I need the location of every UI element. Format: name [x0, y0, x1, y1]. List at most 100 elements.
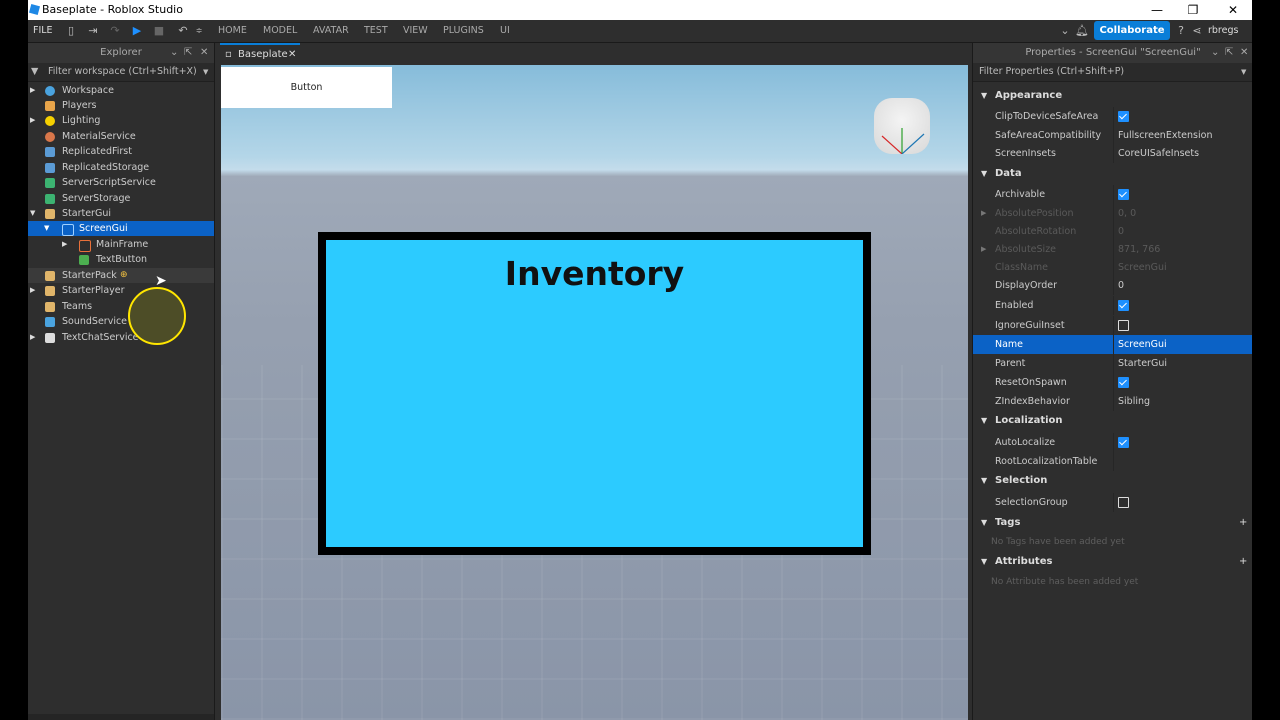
inventory-main-frame[interactable]: Inventory: [318, 232, 871, 555]
gui-text-button[interactable]: Button: [221, 67, 392, 108]
prop-autolocalize[interactable]: AutoLocalize: [973, 433, 1252, 452]
tab-ui[interactable]: UI: [500, 25, 510, 36]
tree-item-materialservice[interactable]: MaterialService: [28, 129, 214, 144]
category-data[interactable]: ▼ Data: [973, 164, 1252, 184]
prop-value[interactable]: StarterGui: [1118, 354, 1167, 373]
tab-baseplate[interactable]: ▫ Baseplate ✕: [220, 43, 300, 67]
tree-item-starterpack[interactable]: StarterPack ⊕: [28, 268, 214, 283]
panel-close-icon[interactable]: ✕: [200, 43, 208, 63]
expand-arrow-icon[interactable]: ▶: [30, 330, 38, 345]
tree-item-screengui[interactable]: ▼ ScreenGui: [28, 221, 214, 236]
category-selection[interactable]: ▼ Selection: [973, 471, 1252, 491]
category-tags[interactable]: ▼ Tags +: [973, 513, 1252, 533]
filter-dropdown-icon[interactable]: ▼: [203, 63, 208, 81]
more-icon[interactable]: ≑: [192, 24, 206, 38]
explorer-filter-input[interactable]: ▼ Filter workspace (Ctrl+Shift+X) ▼: [28, 63, 214, 82]
undo-icon[interactable]: ↶: [176, 24, 190, 38]
tab-test[interactable]: TEST: [364, 25, 388, 36]
collapse-arrow-icon[interactable]: ▼: [981, 411, 987, 431]
checkbox-unchecked[interactable]: [1118, 497, 1129, 508]
dropdown-icon[interactable]: ⌄: [1058, 24, 1072, 38]
tree-item-lighting[interactable]: ▶ Lighting: [28, 113, 214, 128]
filter-dropdown-icon[interactable]: ▼: [1241, 63, 1246, 81]
panel-dropdown-icon[interactable]: ⌄: [170, 43, 178, 63]
category-attributes[interactable]: ▼ Attributes +: [973, 552, 1252, 572]
close-icon[interactable]: ✕: [1224, 1, 1242, 19]
prop-value[interactable]: Sibling: [1118, 392, 1150, 411]
expand-arrow-icon[interactable]: ▶: [30, 283, 38, 298]
prop-value[interactable]: CoreUISafeInsets: [1118, 144, 1199, 163]
expand-arrow-icon[interactable]: ▶: [981, 240, 986, 259]
maximize-icon[interactable]: ❐: [1184, 1, 1202, 19]
panel-undock-icon[interactable]: ⇱: [1225, 43, 1233, 63]
prop-zindexbehavior[interactable]: ZIndexBehavior Sibling: [973, 392, 1252, 411]
tree-item-replicatedstorage[interactable]: ReplicatedStorage: [28, 160, 214, 175]
tab-avatar[interactable]: AVATAR: [313, 25, 349, 36]
prop-name-selected[interactable]: Name ScreenGui: [973, 335, 1252, 354]
prop-enabled[interactable]: Enabled: [973, 296, 1252, 315]
play-icon[interactable]: ▶: [130, 24, 144, 38]
tab-close-icon[interactable]: ✕: [288, 45, 296, 65]
notifications-bell-icon[interactable]: 🔔︎: [1075, 24, 1089, 38]
collapse-arrow-icon[interactable]: ▼: [981, 513, 987, 533]
prop-safeareacompatibility[interactable]: SafeAreaCompatibility FullscreenExtension: [973, 126, 1252, 145]
checkbox-checked[interactable]: [1118, 377, 1129, 388]
collapse-arrow-icon[interactable]: ▼: [981, 86, 987, 106]
expand-arrow-icon[interactable]: ▶: [62, 237, 70, 252]
collapse-arrow-icon[interactable]: ▼: [30, 206, 38, 221]
tree-item-startergui[interactable]: ▼ StarterGui: [28, 206, 214, 221]
collapse-arrow-icon[interactable]: ▼: [981, 552, 987, 572]
publish-icon[interactable]: ⇥: [86, 24, 100, 38]
tree-item-serverstorage[interactable]: ServerStorage: [28, 191, 214, 206]
panel-close-icon[interactable]: ✕: [1240, 43, 1248, 63]
stop-icon[interactable]: ■: [152, 24, 166, 38]
tree-item-mainframe[interactable]: ▶ MainFrame: [28, 237, 214, 252]
share-icon[interactable]: ⋖: [1190, 24, 1204, 38]
username[interactable]: rbregs: [1208, 25, 1238, 36]
prop-value[interactable]: 0: [1118, 276, 1124, 295]
file-menu[interactable]: FILE: [33, 25, 53, 36]
collaborate-button[interactable]: Collaborate: [1094, 21, 1170, 40]
tab-view[interactable]: VIEW: [403, 25, 428, 36]
category-localization[interactable]: ▼ Localization: [973, 411, 1252, 431]
prop-displayorder[interactable]: DisplayOrder 0: [973, 276, 1252, 295]
collapse-arrow-icon[interactable]: ▼: [981, 471, 987, 491]
checkbox-checked[interactable]: [1118, 189, 1129, 200]
collapse-arrow-icon[interactable]: ▼: [981, 164, 987, 184]
collapse-arrow-icon[interactable]: ▼: [44, 221, 52, 236]
expand-arrow-icon[interactable]: ▶: [981, 204, 986, 223]
tree-item-serverscriptservice[interactable]: ServerScriptService: [28, 175, 214, 190]
prop-archivable[interactable]: Archivable: [973, 185, 1252, 204]
panel-undock-icon[interactable]: ⇱: [184, 43, 192, 63]
prop-value[interactable]: ScreenGui: [1118, 335, 1167, 354]
add-tag-icon[interactable]: +: [1239, 513, 1247, 533]
prop-ignoreguiinset[interactable]: IgnoreGuiInset: [973, 316, 1252, 335]
help-icon[interactable]: ?: [1174, 24, 1188, 38]
tree-item-workspace[interactable]: ▶ Workspace: [28, 83, 214, 98]
3d-viewport[interactable]: Button Inventory: [221, 65, 968, 720]
tab-plugins[interactable]: PLUGINS: [443, 25, 484, 36]
tree-item-soundservice[interactable]: SoundService: [28, 314, 214, 329]
tree-item-textchatservice[interactable]: ▶ TextChatService: [28, 330, 214, 345]
tree-item-textbutton[interactable]: TextButton: [28, 252, 214, 267]
add-attribute-icon[interactable]: +: [1239, 552, 1247, 572]
prop-cliptodevicesafearea[interactable]: ClipToDeviceSafeArea: [973, 107, 1252, 126]
tree-item-players[interactable]: Players: [28, 98, 214, 113]
prop-value[interactable]: FullscreenExtension: [1118, 126, 1212, 145]
tab-home[interactable]: HOME: [218, 25, 247, 36]
prop-resetonspawn[interactable]: ResetOnSpawn: [973, 373, 1252, 392]
panel-dropdown-icon[interactable]: ⌄: [1211, 43, 1219, 63]
checkbox-checked[interactable]: [1118, 111, 1129, 122]
prop-selectiongroup[interactable]: SelectionGroup: [973, 493, 1252, 512]
tree-item-teams[interactable]: Teams: [28, 299, 214, 314]
expand-arrow-icon[interactable]: ▶: [30, 83, 38, 98]
new-file-icon[interactable]: ▯: [64, 24, 78, 38]
category-appearance[interactable]: ▼ Appearance: [973, 86, 1252, 106]
expand-arrow-icon[interactable]: ▶: [30, 113, 38, 128]
prop-rootlocalizationtable[interactable]: RootLocalizationTable: [973, 452, 1252, 471]
prop-screeninsets[interactable]: ScreenInsets CoreUISafeInsets: [973, 144, 1252, 163]
tree-item-replicatedfirst[interactable]: ReplicatedFirst: [28, 144, 214, 159]
view-cube-icon[interactable]: [874, 98, 930, 155]
checkbox-checked[interactable]: [1118, 437, 1129, 448]
properties-filter-input[interactable]: Filter Properties (Ctrl+Shift+P) ▼: [973, 63, 1252, 82]
